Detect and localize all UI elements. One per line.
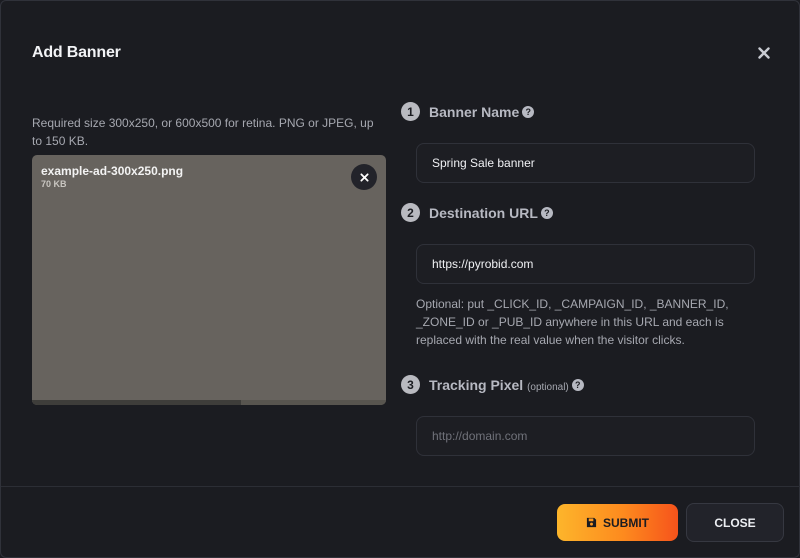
banner-name-label: Banner Name? [429,104,535,120]
footer-divider [1,486,800,487]
upload-hint: Required size 300x250, or 600x500 for re… [32,116,374,148]
question-circle-icon[interactable]: ? [522,106,535,119]
step-badge-3: 3 [401,375,420,394]
tracking-pixel-label: Tracking Pixel (optional)? [429,377,584,393]
destination-url-label: Destination URL? [429,205,553,221]
upload-progress [32,400,386,405]
close-icon [359,172,369,182]
submit-label: SUBMIT [603,515,649,530]
floppy-disk-icon [586,517,597,528]
question-circle-icon[interactable]: ? [540,207,553,220]
destination-url-label-text: Destination URL [429,205,538,221]
optional-tag: (optional) [527,382,569,393]
destination-url-note: Optional: put _CLICK_ID, _CAMPAIGN_ID, _… [416,297,729,347]
file-name: example-ad-300x250.png [41,164,184,178]
add-banner-dialog: Add Banner Required size 300x250, or 600… [0,0,800,558]
remove-file-button[interactable] [351,164,377,190]
dialog-title: Add Banner [32,44,121,61]
question-circle-icon[interactable]: ? [571,379,584,392]
step-badge-2: 2 [401,203,420,222]
banner-name-label-text: Banner Name [429,104,520,120]
banner-preview[interactable]: example-ad-300x250.png 70 KB [32,155,386,405]
step-badge-1: 1 [401,102,420,121]
submit-button[interactable]: SUBMIT [557,504,678,541]
tracking-pixel-label-text: Tracking Pixel [429,377,524,393]
dialog-close-icon[interactable] [753,42,775,64]
upload-progress-fill [32,400,241,405]
close-button[interactable]: CLOSE [686,503,784,542]
banner-name-input[interactable] [416,143,755,183]
file-size: 70 KB [41,179,67,189]
tracking-pixel-input[interactable] [416,416,755,456]
destination-url-input[interactable] [416,244,755,284]
